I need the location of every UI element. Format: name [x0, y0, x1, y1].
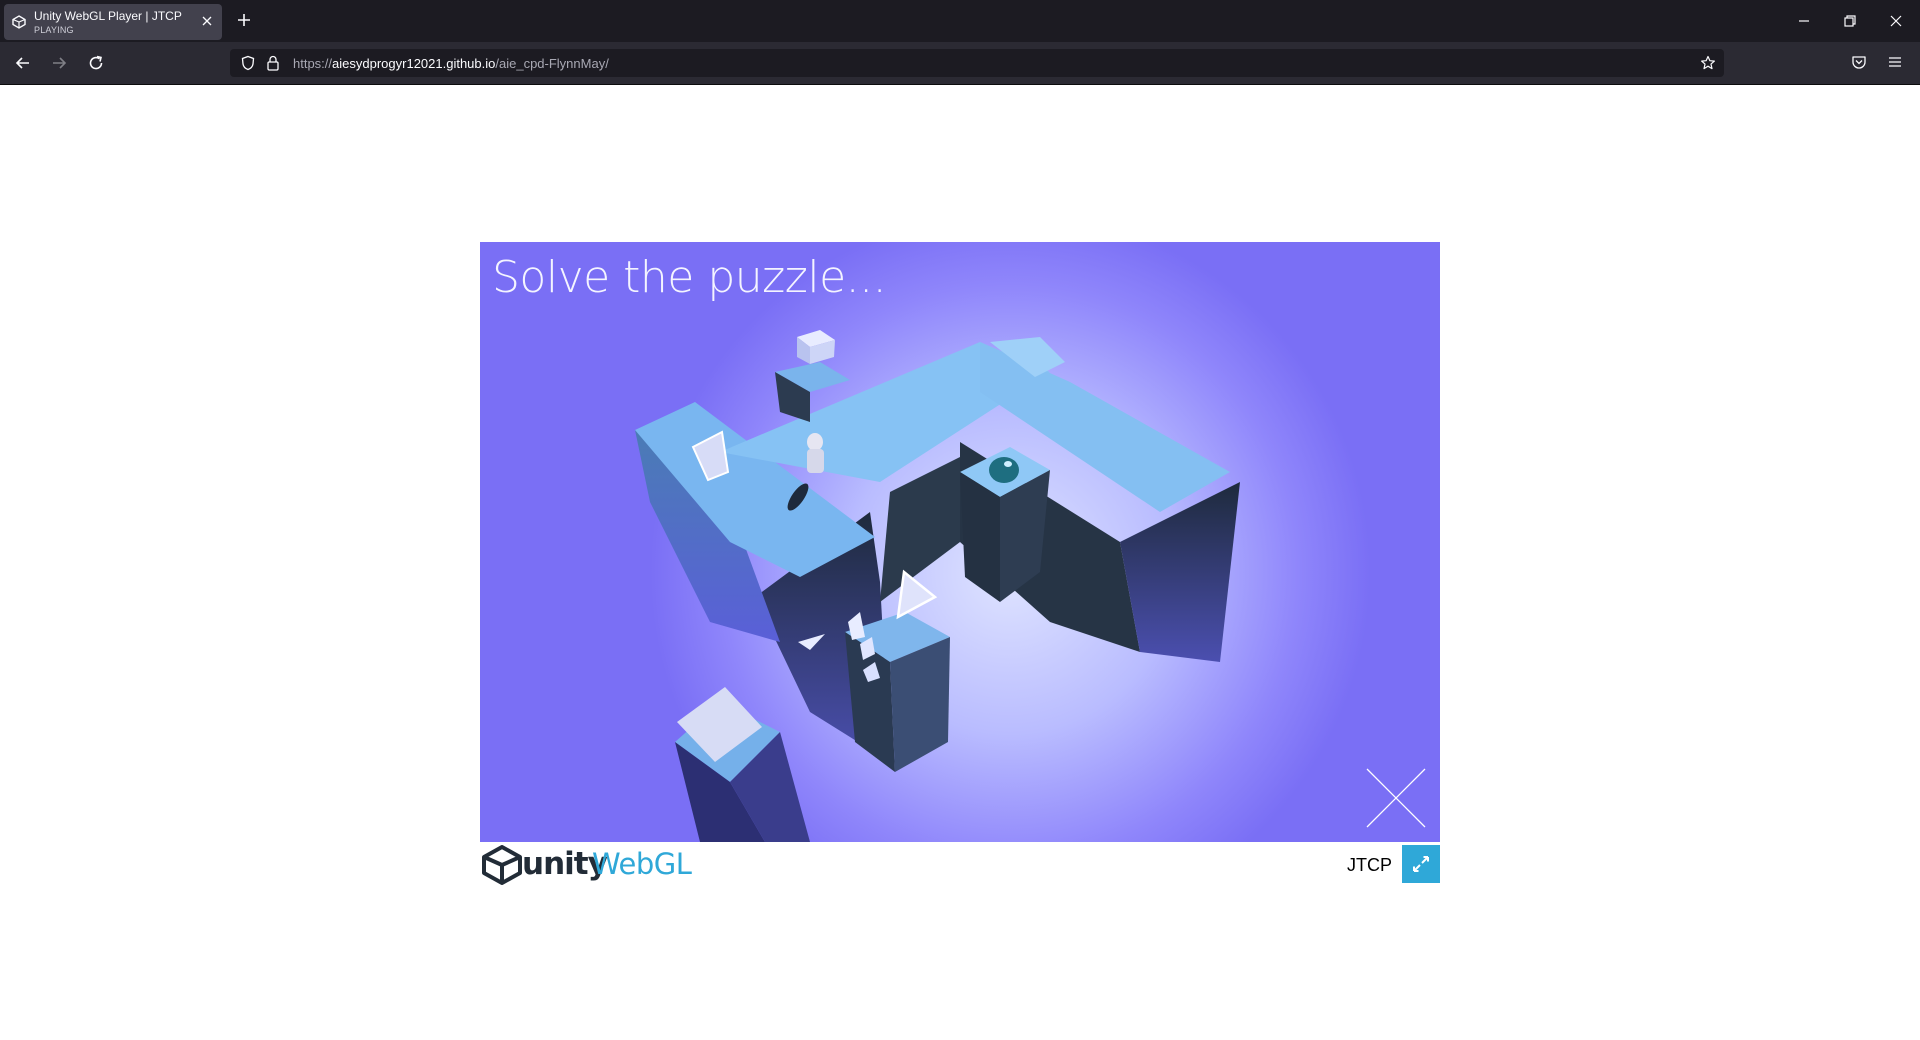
- webgl-footer: unity WebGL JTCP: [480, 843, 1440, 885]
- fullscreen-button[interactable]: [1402, 845, 1440, 883]
- back-icon[interactable]: [14, 54, 32, 72]
- close-x-icon[interactable]: [1366, 768, 1426, 828]
- reload-icon[interactable]: [87, 54, 105, 72]
- bookmark-star-icon[interactable]: [1700, 55, 1716, 71]
- url-host: aiesydprogyr12021.github.io: [332, 56, 496, 71]
- navigation-toolbar: https://aiesydprogyr12021.github.io/aie_…: [0, 42, 1920, 85]
- lock-icon[interactable]: [266, 55, 280, 71]
- unity-game-canvas[interactable]: Solve the puzzle...: [480, 242, 1440, 842]
- url-text[interactable]: https://aiesydprogyr12021.github.io/aie_…: [293, 56, 609, 71]
- browser-tab[interactable]: Unity WebGL Player | JTCP PLAYING: [4, 4, 222, 40]
- game-scene: [480, 242, 1440, 842]
- webgl-wordmark: WebGL: [592, 847, 692, 881]
- new-tab-icon[interactable]: [236, 12, 252, 28]
- hamburger-menu-icon[interactable]: [1887, 54, 1903, 70]
- restore-icon[interactable]: [1842, 13, 1858, 29]
- unity-logo-icon: [482, 845, 522, 885]
- close-window-icon[interactable]: [1888, 13, 1904, 29]
- tab-title: Unity WebGL Player | JTCP: [34, 9, 182, 23]
- url-scheme: https://: [293, 56, 333, 71]
- game-title: JTCP: [1347, 855, 1392, 875]
- minimize-icon[interactable]: [1796, 13, 1812, 29]
- tab-playing-indicator: PLAYING: [34, 25, 74, 35]
- tracking-protection-shield-icon[interactable]: [240, 55, 256, 71]
- address-bar[interactable]: https://aiesydprogyr12021.github.io/aie_…: [230, 49, 1724, 77]
- pocket-icon[interactable]: [1851, 54, 1867, 70]
- tab-strip: Unity WebGL Player | JTCP PLAYING: [0, 0, 1920, 42]
- close-tab-icon[interactable]: [200, 14, 214, 28]
- unity-favicon-icon: [12, 15, 26, 29]
- url-path: /aie_cpd-FlynnMay/: [495, 56, 609, 71]
- fullscreen-icon: [1413, 856, 1429, 872]
- forward-icon[interactable]: [50, 54, 68, 72]
- game-headline: Solve the puzzle...: [492, 252, 887, 303]
